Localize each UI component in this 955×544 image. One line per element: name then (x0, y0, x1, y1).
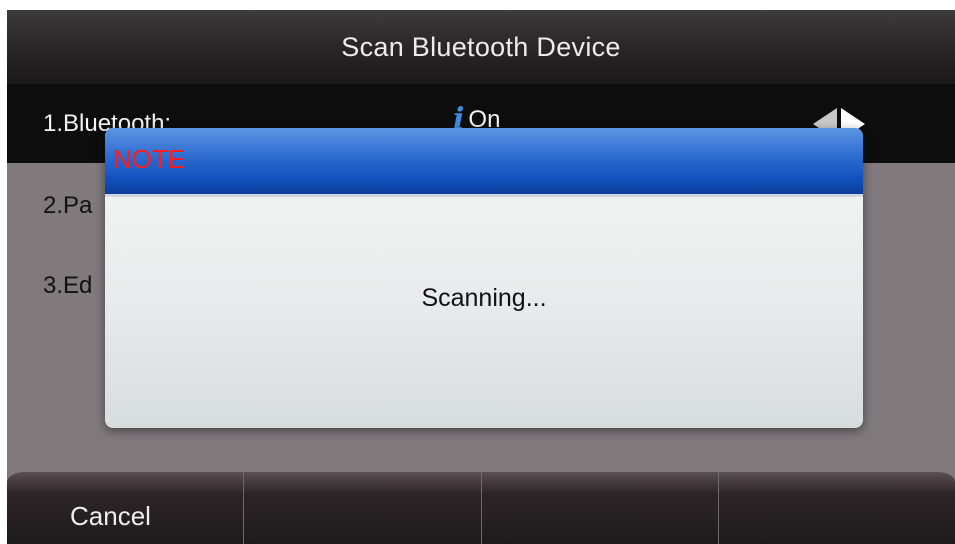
softkey-3[interactable] (481, 472, 719, 544)
phone-screen: Scan Bluetooth Device 1.Bluetooth: i On … (7, 10, 955, 544)
softkey-4[interactable] (718, 472, 955, 544)
dialog-header (105, 128, 863, 197)
menu-item-label: 2.Pa (43, 192, 93, 219)
dialog-message: Scanning... (421, 284, 547, 312)
softkey-2[interactable] (244, 472, 482, 544)
dialog-title: NOTE (113, 144, 186, 174)
note-dialog: NOTE Scanning... (105, 128, 863, 428)
softkey-bar: Cancel (7, 472, 955, 544)
softkey-cancel[interactable]: Cancel (7, 472, 245, 544)
screen-title: Scan Bluetooth Device (7, 10, 955, 86)
menu-item-label: 3.Ed (43, 272, 93, 299)
